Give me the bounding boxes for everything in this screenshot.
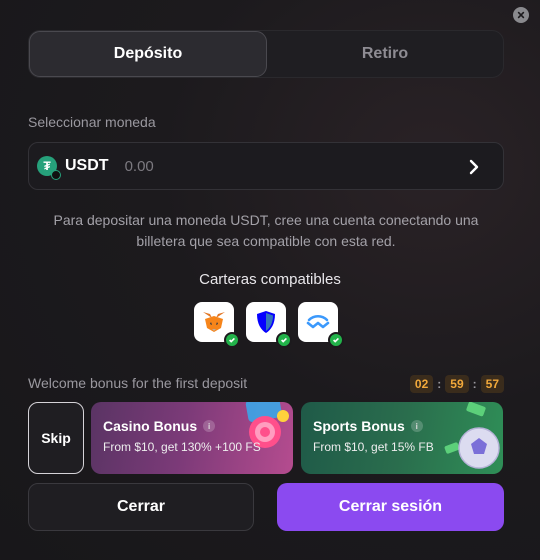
close-button[interactable]: Cerrar — [28, 483, 254, 531]
welcome-bonus-label: Welcome bonus for the first deposit — [28, 375, 248, 391]
metamask-icon[interactable] — [194, 302, 240, 348]
info-icon[interactable]: i — [203, 420, 216, 432]
sports-bonus-card[interactable]: Sports Bonus i From $10, get 15% FB — [301, 402, 503, 474]
currency-selector[interactable]: ₮ USDT 0.00 — [28, 142, 504, 190]
currency-symbol: USDT — [65, 157, 109, 174]
walletconnect-icon[interactable] — [298, 302, 344, 348]
wallet-list — [194, 302, 344, 348]
casino-bonus-title: Casino Bonus — [103, 418, 198, 434]
timer-minutes: 59 — [445, 375, 469, 393]
close-icon[interactable] — [513, 7, 529, 23]
info-icon[interactable]: i — [410, 420, 423, 432]
check-icon — [224, 332, 240, 348]
deposit-info-text: Para depositar una moneda USDT, cree una… — [53, 212, 479, 249]
tab-withdraw[interactable]: Retiro — [267, 31, 503, 77]
timer-seconds: 57 — [480, 375, 504, 393]
select-currency-label: Seleccionar moneda — [28, 114, 156, 130]
sports-bonus-title: Sports Bonus — [313, 418, 405, 434]
deposit-withdraw-tabs: Depósito Retiro — [28, 30, 504, 78]
soccer-ball-icon — [444, 402, 500, 469]
sports-bonus-desc: From $10, get 15% FB — [313, 440, 434, 454]
bonus-countdown-timer: 02 : 59 : 57 — [409, 375, 504, 393]
logout-button[interactable]: Cerrar sesión — [277, 483, 504, 531]
currency-amount: 0.00 — [124, 157, 154, 175]
chevron-right-icon — [469, 159, 479, 175]
compatible-wallets-title: Carteras compatibles — [199, 271, 341, 288]
trustwallet-icon[interactable] — [246, 302, 292, 348]
check-icon — [276, 332, 292, 348]
skip-bonus-button[interactable]: Skip — [28, 402, 84, 474]
tether-icon: ₮ — [37, 156, 61, 180]
casino-bonus-desc: From $10, get 130% +100 FS — [103, 440, 261, 454]
check-icon — [328, 332, 344, 348]
casino-bonus-card[interactable]: Casino Bonus i From $10, get 130% +100 F… — [91, 402, 293, 474]
tab-deposit[interactable]: Depósito — [29, 31, 267, 77]
timer-hours: 02 — [409, 375, 434, 393]
